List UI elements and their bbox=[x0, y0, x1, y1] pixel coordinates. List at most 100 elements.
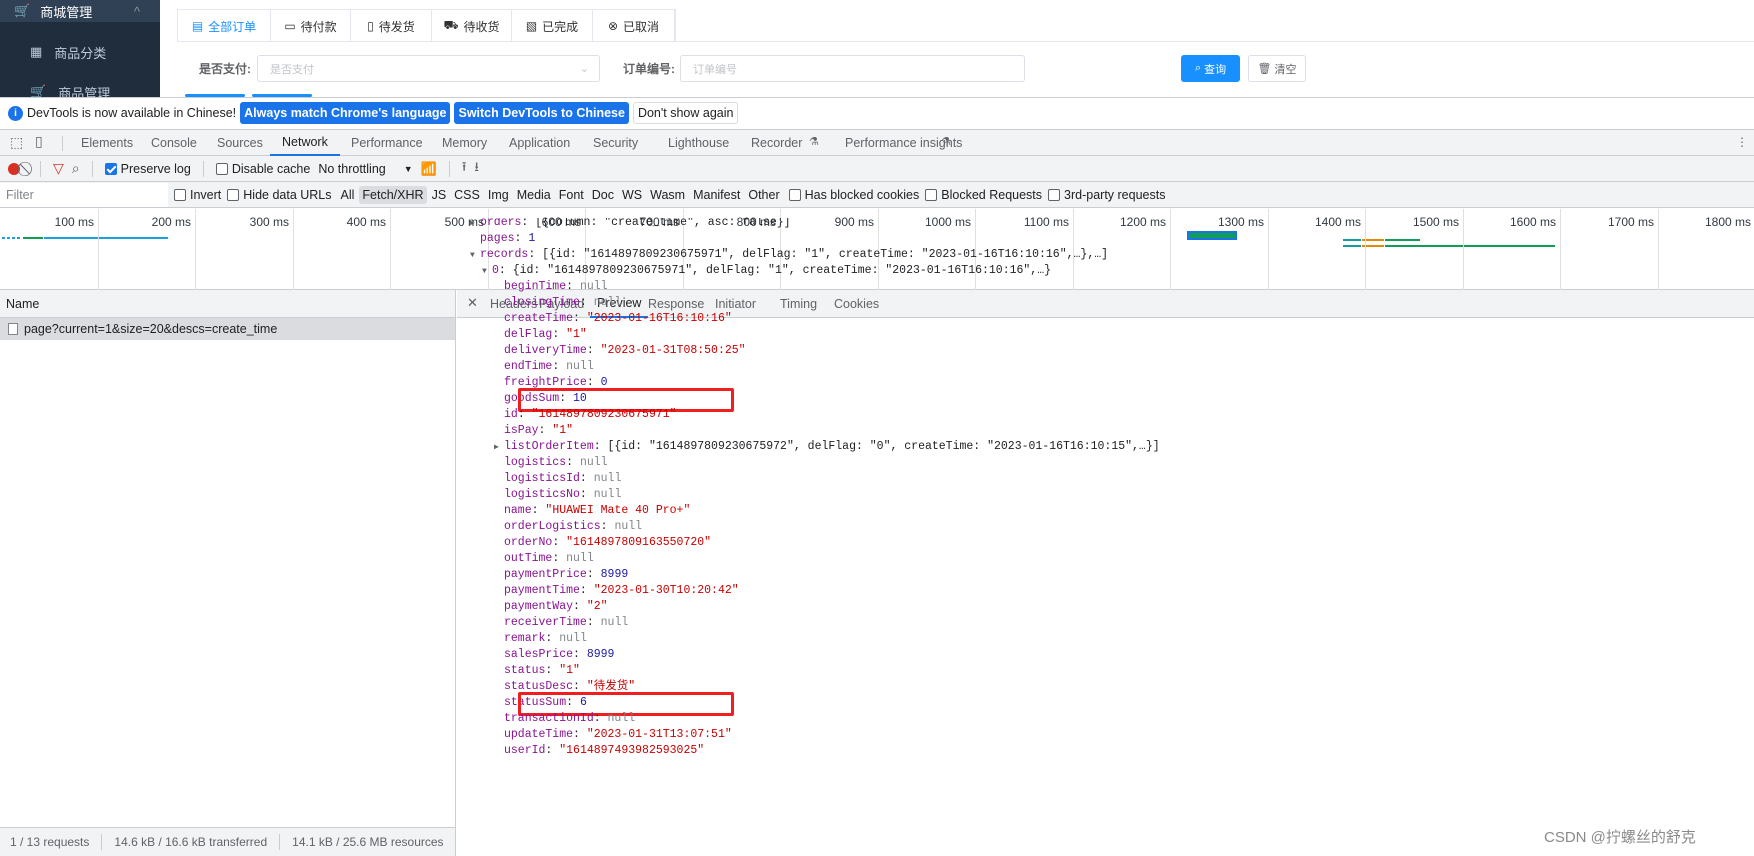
json-line[interactable]: paymentPrice: 8999 bbox=[504, 567, 628, 583]
json-line[interactable]: logistics: null bbox=[504, 455, 608, 471]
filter-type-js[interactable]: JS bbox=[429, 186, 450, 204]
record-icon[interactable] bbox=[8, 162, 20, 175]
filter-type-css[interactable]: CSS bbox=[451, 186, 483, 204]
tab-5[interactable]: ⊗ 已取消 bbox=[593, 10, 675, 42]
json-line[interactable]: transactionId: null bbox=[504, 711, 635, 727]
json-line[interactable]: userId: "1614897493982593025" bbox=[504, 743, 704, 758]
sidebar-item-goods[interactable]: 🛒 商品管理 bbox=[0, 80, 160, 97]
name-column-header[interactable]: Name bbox=[0, 290, 455, 318]
filter-icon[interactable]: ▽ bbox=[53, 160, 64, 177]
json-line[interactable]: logisticsNo: null bbox=[504, 487, 621, 503]
tab-1[interactable]: ▭ 待付款 bbox=[271, 10, 351, 42]
filter-type-all[interactable]: All bbox=[338, 186, 358, 204]
more-tabs-icon[interactable]: ⋮ bbox=[1736, 135, 1748, 149]
json-value: null bbox=[566, 552, 594, 565]
tab-4[interactable]: ▧ 已完成 bbox=[512, 10, 593, 42]
invert-checkbox[interactable]: Invert bbox=[174, 188, 221, 202]
json-line[interactable]: endTime: null bbox=[504, 359, 594, 375]
json-value: "1614897809163550720" bbox=[566, 536, 712, 549]
clear-button[interactable]: 🗑 清空 bbox=[1248, 55, 1306, 82]
json-line[interactable]: updateTime: "2023-01-31T13:07:51" bbox=[504, 727, 732, 743]
disable-cache-checkbox[interactable]: Disable cache bbox=[215, 162, 310, 176]
filter-input[interactable]: Filter bbox=[0, 182, 168, 207]
tab-0[interactable]: ▤ 全部订单 bbox=[178, 10, 271, 42]
json-line[interactable]: status: "1" bbox=[504, 663, 580, 679]
network-conditions-icon[interactable]: 📶 bbox=[421, 161, 437, 177]
json-value: null bbox=[593, 488, 622, 501]
tab-performance[interactable]: Performance bbox=[351, 130, 423, 156]
filter-type-wasm[interactable]: Wasm bbox=[647, 186, 688, 204]
filter-type-other[interactable]: Other bbox=[745, 186, 782, 204]
filter-type-img[interactable]: Img bbox=[485, 186, 512, 204]
json-line[interactable]: createTime: "2023-01-16T16:10:16" bbox=[504, 311, 732, 327]
tab-application[interactable]: Application bbox=[509, 130, 570, 156]
json-line[interactable]: ▼ 0: {id: "1614897809230675971", delFlag:… bbox=[482, 263, 1051, 279]
tab-elements[interactable]: Elements bbox=[81, 130, 133, 156]
request-row[interactable]: page?current=1&size=20&descs=create_time bbox=[0, 318, 455, 340]
match-language-button[interactable]: Always match Chrome's language bbox=[240, 102, 451, 124]
json-line[interactable]: remark: null bbox=[504, 631, 587, 647]
expanded-arrow-icon[interactable]: ▼ bbox=[482, 264, 492, 280]
json-line[interactable]: logisticsId: null bbox=[504, 471, 621, 487]
filter-type-font[interactable]: Font bbox=[556, 186, 587, 204]
preserve-log-checkbox[interactable]: Preserve log bbox=[104, 162, 191, 176]
json-line[interactable]: orderLogistics: null bbox=[504, 519, 642, 535]
search-button[interactable]: ⌕ 查询 bbox=[1181, 55, 1240, 82]
json-line[interactable]: id: "1614897809230675971" bbox=[504, 407, 677, 423]
json-line[interactable]: orderNo: "1614897809163550720" bbox=[504, 535, 711, 551]
filter-type-media[interactable]: Media bbox=[514, 186, 554, 204]
tab-security[interactable]: Security bbox=[593, 130, 638, 156]
json-line[interactable]: beginTime: null bbox=[504, 279, 608, 295]
sidebar-item-category[interactable]: ▦ 商品分类 bbox=[0, 40, 160, 64]
json-line[interactable]: pages: 1 bbox=[480, 231, 535, 247]
has-blocked-cookies-checkbox[interactable]: Has blocked cookies bbox=[788, 188, 919, 202]
json-value: "2023-01-30T10:20:42" bbox=[593, 584, 739, 597]
dont-show-again-button[interactable]: Don't show again bbox=[632, 102, 739, 124]
language-banner: i DevTools is now available in Chinese! … bbox=[0, 98, 1754, 128]
filter-type-fetch-xhr[interactable]: Fetch/XHR bbox=[359, 185, 427, 204]
tab-network[interactable]: Network bbox=[270, 130, 340, 156]
filter-type-ws[interactable]: WS bbox=[619, 186, 645, 204]
json-line[interactable]: salesPrice: 8999 bbox=[504, 647, 614, 663]
json-line[interactable]: ▶ listOrderItem: [{id: "16148978092306759… bbox=[494, 439, 1160, 455]
json-line[interactable]: deliveryTime: "2023-01-31T08:50:25" bbox=[504, 343, 746, 359]
order-no-input[interactable]: 订单编号 bbox=[680, 55, 1025, 82]
json-line[interactable]: name: "HUAWEI Mate 40 Pro+" bbox=[504, 503, 690, 519]
json-line[interactable]: paymentTime: "2023-01-30T10:20:42" bbox=[504, 583, 739, 599]
json-line[interactable]: receiverTime: null bbox=[504, 615, 628, 631]
tab-2[interactable]: ▯ 待发货 bbox=[351, 10, 432, 42]
filter-type-doc[interactable]: Doc bbox=[589, 186, 617, 204]
json-line[interactable]: paymentWay: "2" bbox=[504, 599, 608, 615]
json-line[interactable]: closingTime: null bbox=[504, 295, 621, 311]
tab-sources[interactable]: Sources bbox=[217, 130, 263, 156]
collapsed-arrow-icon[interactable]: ▶ bbox=[470, 218, 480, 232]
json-line[interactable]: delFlag: "1" bbox=[504, 327, 587, 343]
json-line[interactable]: isPay: "1" bbox=[504, 423, 573, 439]
tab-console[interactable]: Console bbox=[151, 130, 197, 156]
experiment-icon: ⚗ bbox=[809, 136, 819, 148]
device-toolbar-icon[interactable]: ▯ bbox=[35, 133, 43, 150]
inspect-element-icon[interactable]: ⬚ bbox=[10, 134, 23, 151]
expanded-arrow-icon[interactable]: ▼ bbox=[470, 248, 480, 264]
json-line[interactable]: outTime: null bbox=[504, 551, 594, 567]
colon: : bbox=[498, 264, 513, 277]
blocked-requests-checkbox[interactable]: Blocked Requests bbox=[925, 188, 1042, 202]
throttling-select[interactable]: No throttling ▼ bbox=[318, 162, 412, 176]
tab-memory[interactable]: Memory bbox=[442, 130, 487, 156]
tab-lighthouse[interactable]: Lighthouse bbox=[668, 130, 729, 156]
export-har-icon[interactable]: ⭳ bbox=[474, 158, 479, 180]
tab-3[interactable]: ⛟ 待收货 bbox=[432, 10, 512, 42]
pay-select[interactable]: 是否支付 ⌄ bbox=[257, 55, 600, 82]
hide-data-urls-checkbox[interactable]: Hide data URLs bbox=[227, 188, 332, 202]
tab-recorder[interactable]: Recorder bbox=[751, 130, 802, 156]
search-icon[interactable]: ⌕ bbox=[72, 160, 80, 177]
switch-to-chinese-button[interactable]: Switch DevTools to Chinese bbox=[454, 102, 629, 124]
sidebar-section-mall[interactable]: 🛒 商城管理 ^ bbox=[0, 0, 160, 22]
json-line[interactable]: ▶ orders: [{column: "create_time", asc: f… bbox=[470, 218, 791, 231]
third-party-checkbox[interactable]: 3rd-party requests bbox=[1048, 188, 1165, 202]
import-har-icon[interactable]: ⭱ bbox=[462, 158, 467, 180]
collapsed-arrow-icon[interactable]: ▶ bbox=[494, 440, 504, 456]
truck-icon: ⛟ bbox=[443, 18, 459, 32]
json-line[interactable]: ▼ records: [{id: "1614897809230675971", d… bbox=[470, 247, 1108, 263]
filter-type-manifest[interactable]: Manifest bbox=[690, 186, 743, 204]
